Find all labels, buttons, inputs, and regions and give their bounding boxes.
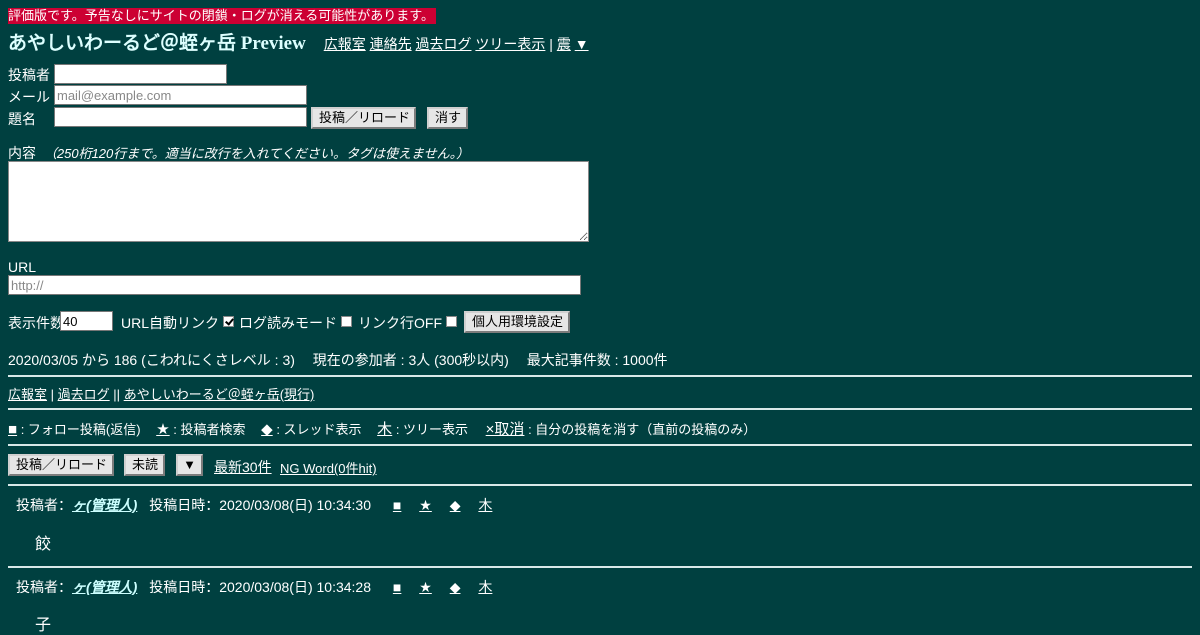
auto-link-option: URL自動リンク xyxy=(121,313,235,333)
follow-icon[interactable]: ■ xyxy=(393,497,401,513)
auto-link-checkbox[interactable] xyxy=(223,316,235,327)
site-title: あやしいわーるど＠蛭ヶ岳 Preview xyxy=(8,33,306,54)
link-earthquake[interactable]: 震 xyxy=(557,36,571,52)
divider xyxy=(8,375,1192,377)
post-header: 投稿者：ヶ(管理人) 投稿日時：2020/03/08(日) 10:34:30 ■… xyxy=(16,495,492,515)
header-menu-arrow-icon[interactable]: ▼ xyxy=(575,36,589,52)
url-input[interactable] xyxy=(8,275,581,295)
link-pr-room[interactable]: 広報室 xyxy=(324,36,366,52)
follow-desc: : フォロー投稿(返信) xyxy=(20,422,141,437)
personal-settings-button[interactable]: 個人用環境設定 xyxy=(464,311,570,333)
link-tree-view[interactable]: ツリー表示 xyxy=(475,36,545,52)
diamond-icon[interactable]: ◆ xyxy=(450,497,461,514)
log-read-option: ログ読みモード xyxy=(239,313,352,333)
nav-link-past-logs[interactable]: 過去ログ xyxy=(58,387,110,402)
unread-button[interactable]: 未読 xyxy=(124,454,165,476)
display-count-label: 表示件数 xyxy=(8,315,64,331)
link-off-label: リンク行OFF xyxy=(358,315,442,331)
post-reload-button-2[interactable]: 投稿／リロード xyxy=(8,454,114,476)
header-links: 広報室 連絡先 過去ログ ツリー表示 | 震 ▼ xyxy=(324,36,589,52)
auto-link-label: URL自動リンク xyxy=(121,315,220,331)
divider xyxy=(8,444,1192,446)
nav-separator: | xyxy=(50,387,55,402)
content-hint: （250桁120行まで。適当に改行を入れてください。タグは使えません。） xyxy=(43,146,470,161)
post-body: 子 xyxy=(35,617,52,634)
post-author-label: 投稿者： xyxy=(16,579,72,595)
url-label: URL xyxy=(8,259,37,275)
star-icon[interactable]: ★ xyxy=(419,579,432,596)
divider xyxy=(8,408,1192,410)
link-contact[interactable]: 連絡先 xyxy=(370,36,412,52)
tree-icon: 木 xyxy=(377,421,393,438)
divider xyxy=(8,484,1192,486)
trial-notice-banner: 評価版です。予告なしにサイトの閉鎖・ログが消える可能性があります。 xyxy=(8,8,437,24)
content-textarea[interactable] xyxy=(8,161,589,242)
email-input[interactable] xyxy=(54,85,307,105)
post-author-link[interactable]: ヶ(管理人) xyxy=(72,497,137,513)
star-icon[interactable]: ★ xyxy=(419,497,432,514)
tree-icon[interactable]: 木 xyxy=(478,495,492,515)
nav-link-current-board[interactable]: あやしいわーるど＠蛭ヶ岳(現行) xyxy=(124,387,315,402)
post-header: 投稿者：ヶ(管理人) 投稿日時：2020/03/08(日) 10:34:28 ■… xyxy=(16,577,492,597)
cancel-post-link[interactable]: ×取消 xyxy=(486,421,525,438)
stats-since: 2020/03/05 から 186 (こわれにくさレベル : 3) xyxy=(8,352,295,368)
tree-icon[interactable]: 木 xyxy=(478,577,492,597)
diamond-icon[interactable]: ◆ xyxy=(450,579,461,596)
link-off-checkbox[interactable] xyxy=(446,316,457,327)
display-count-input[interactable] xyxy=(60,311,113,331)
post-body: 餃 xyxy=(35,536,52,553)
content-label: 内容 xyxy=(8,145,36,161)
author-label: 投稿者 xyxy=(8,67,50,83)
post-reload-button[interactable]: 投稿／リロード xyxy=(311,107,416,129)
link-off-option: リンク行OFF xyxy=(358,313,457,333)
post-date-label: 投稿日時： xyxy=(149,497,220,513)
post-date-label: 投稿日時： xyxy=(149,579,220,595)
header: あやしいわーるど＠蛭ヶ岳 Preview 広報室 連絡先 過去ログ ツリー表示 … xyxy=(8,28,589,54)
thread-desc: : スレッド表示 xyxy=(276,422,362,437)
follow-icon[interactable]: ■ xyxy=(393,579,401,595)
link-past-logs[interactable]: 過去ログ xyxy=(416,36,472,52)
legend: ■ : フォロー投稿(返信) ★ : 投稿者検索 ◆ : スレッド表示 木 : … xyxy=(8,418,756,439)
header-separator: | xyxy=(549,36,553,52)
content-label-row: 内容 （250桁120行まで。適当に改行を入れてください。タグは使えません。） xyxy=(8,143,469,163)
nav-separator: || xyxy=(113,387,121,402)
stats-participants: 現在の参加者 : 3人 (300秒以内) xyxy=(312,352,509,368)
menu-dropdown-button[interactable]: ▼ xyxy=(176,454,203,476)
ng-word-link[interactable]: NG Word(0件hit) xyxy=(280,458,377,477)
subject-input[interactable] xyxy=(54,107,307,127)
post-author-label: 投稿者： xyxy=(16,497,72,513)
nav-links: 広報室 | 過去ログ || あやしいわーるど＠蛭ヶ岳(現行) xyxy=(8,384,314,403)
post-date: 2020/03/08(日) 10:34:30 xyxy=(219,497,371,513)
follow-icon: ■ xyxy=(8,421,18,438)
post-date: 2020/03/08(日) 10:34:28 xyxy=(219,579,371,595)
log-read-checkbox[interactable] xyxy=(341,316,352,327)
post-author-link[interactable]: ヶ(管理人) xyxy=(72,579,137,595)
search-desc: : 投稿者検索 xyxy=(173,422,246,437)
email-label: メール xyxy=(8,89,50,105)
diamond-icon: ◆ xyxy=(261,421,273,438)
nav-link-pr-room[interactable]: 広報室 xyxy=(8,387,47,402)
author-input[interactable] xyxy=(54,64,227,84)
stats-max-posts: 最大記事件数 : 1000件 xyxy=(526,352,668,368)
subject-label: 題名 xyxy=(8,111,36,127)
divider xyxy=(8,566,1192,568)
log-read-label: ログ読みモード xyxy=(239,315,337,331)
star-icon: ★ xyxy=(156,421,170,438)
clear-button[interactable]: 消す xyxy=(427,107,468,129)
tree-desc: : ツリー表示 xyxy=(395,422,469,437)
stats-line: 2020/03/05 から 186 (こわれにくさレベル : 3) 現在の参加者… xyxy=(8,350,668,370)
latest-30-link[interactable]: 最新30件 xyxy=(214,457,272,477)
cancel-desc: : 自分の投稿を消す（直前の投稿のみ） xyxy=(528,422,757,437)
